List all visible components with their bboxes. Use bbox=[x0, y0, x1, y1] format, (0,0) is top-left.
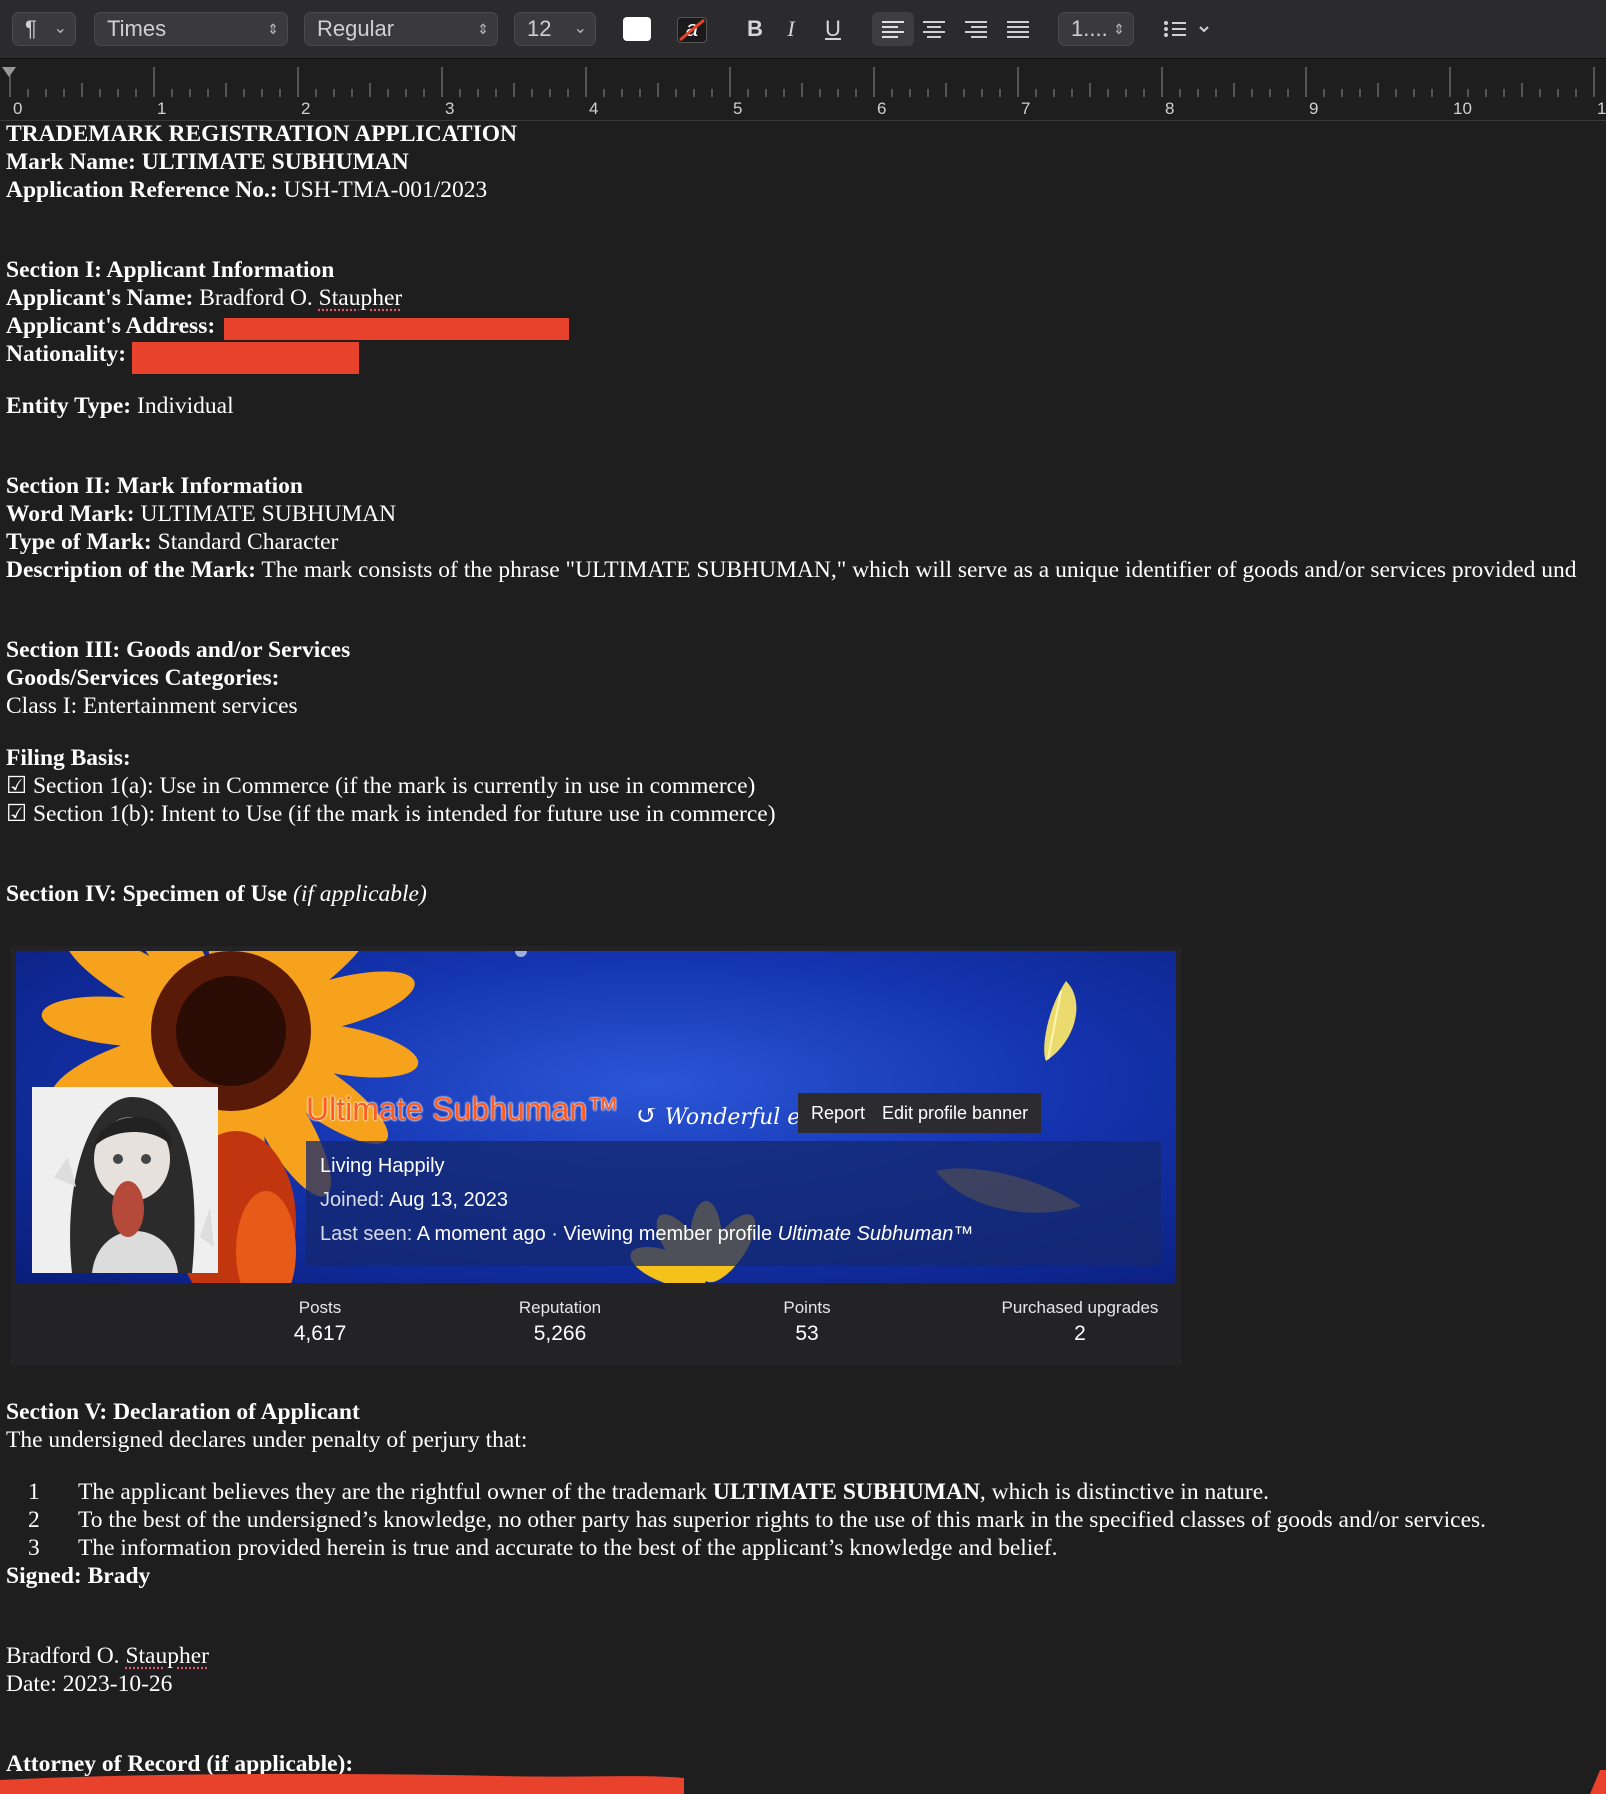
declaration-intro: The undersigned declares under penalty o… bbox=[6, 1427, 528, 1453]
font-size-combo[interactable]: 12 ⌄ bbox=[514, 12, 596, 46]
ruler-label: 7 bbox=[1021, 99, 1030, 118]
filing-option-a: ☑ Section 1(a): Use in Commerce (if the … bbox=[6, 773, 756, 799]
date-line: Date: 2023-10-26 bbox=[6, 1671, 173, 1697]
font-style-select[interactable]: Regular ⇕ bbox=[304, 12, 498, 46]
ruler-label: 3 bbox=[445, 99, 454, 118]
updown-icon: ⇕ bbox=[1113, 21, 1125, 37]
stat-reputation[interactable]: Reputation 5,266 bbox=[480, 1298, 640, 1346]
reference-line: Application Reference No.: USH-TMA-001/2… bbox=[6, 177, 488, 203]
section-4-heading: Section IV: Specimen of Use (if applicab… bbox=[6, 881, 427, 907]
align-left-button[interactable] bbox=[872, 12, 914, 46]
justify-icon bbox=[1007, 21, 1029, 38]
anime-avatar-image bbox=[32, 1087, 218, 1273]
font-size-value: 12 bbox=[527, 16, 552, 41]
ruler-label: 1 bbox=[157, 99, 166, 118]
specimen-profile-card: Ultimate Subhuman™ ↺ Wonderful every day… bbox=[10, 946, 1182, 1366]
ruler-label: 11 bbox=[1597, 99, 1606, 118]
profile-info-box: Living Happily Joined: Aug 13, 2023 Last… bbox=[306, 1141, 1161, 1266]
paragraph-icon: ¶ bbox=[25, 16, 37, 41]
list-style-dropdown[interactable] bbox=[1158, 12, 1218, 46]
ruler-label: 0 bbox=[13, 99, 22, 118]
align-center-icon bbox=[923, 21, 945, 38]
font-family-select[interactable]: Times ⇕ bbox=[94, 12, 288, 46]
updown-icon: ⇕ bbox=[267, 21, 279, 37]
ruler[interactable]: 0 1 2 3 4 5 6 7 8 9 10 11 bbox=[0, 59, 1606, 121]
filing-basis-label: Filing Basis: bbox=[6, 745, 131, 771]
nationality-line: Nationality: bbox=[6, 341, 127, 367]
type-of-mark-line: Type of Mark: Standard Character bbox=[6, 529, 339, 555]
report-button[interactable]: Report bbox=[798, 1093, 879, 1133]
spelling-error: Staupher bbox=[125, 1643, 209, 1669]
stat-points[interactable]: Points 53 bbox=[747, 1298, 867, 1346]
ruler-label: 6 bbox=[877, 99, 886, 118]
tab-stop-icon[interactable] bbox=[2, 67, 16, 77]
word-mark-line: Word Mark: ULTIMATE SUBHUMAN bbox=[6, 501, 397, 527]
avatar[interactable] bbox=[32, 1087, 218, 1273]
redaction-address bbox=[224, 318, 569, 340]
line-spacing-select[interactable]: 1.... ⇕ bbox=[1058, 12, 1134, 46]
signed-line: Signed: Brady bbox=[6, 1563, 151, 1589]
filing-option-b: ☑ Section 1(b): Intent to Use (if the ma… bbox=[6, 801, 776, 827]
section-5-heading: Section V: Declaration of Applicant bbox=[6, 1399, 360, 1425]
ruler-label: 4 bbox=[589, 99, 598, 118]
updown-icon: ⇕ bbox=[477, 21, 489, 37]
description-line: Description of the Mark: The mark consis… bbox=[6, 557, 1577, 583]
italic-button[interactable]: I bbox=[776, 12, 806, 46]
edit-profile-banner-button[interactable]: Edit profile banner bbox=[869, 1093, 1042, 1133]
class-line: Class I: Entertainment services bbox=[6, 693, 298, 719]
highlight-color-swatch[interactable]: a bbox=[677, 17, 707, 43]
bulleted-list-icon bbox=[1164, 21, 1209, 37]
ruler-label: 8 bbox=[1165, 99, 1174, 118]
bold-button[interactable]: B bbox=[740, 12, 770, 46]
font-family-value: Times bbox=[107, 16, 167, 41]
profile-status: Living Happily bbox=[320, 1155, 445, 1177]
align-right-icon bbox=[965, 21, 987, 38]
ruler-label: 2 bbox=[301, 99, 310, 118]
align-right-button[interactable] bbox=[958, 12, 994, 46]
section-2-heading: Section II: Mark Information bbox=[6, 473, 303, 499]
doc-title: TRADEMARK REGISTRATION APPLICATION bbox=[6, 121, 517, 147]
mark-name-line: Mark Name: ULTIMATE SUBHUMAN bbox=[6, 149, 409, 175]
signature-name: Bradford O. Staupher bbox=[6, 1643, 209, 1669]
chevron-down-icon: ⌄ bbox=[573, 20, 587, 37]
align-center-button[interactable] bbox=[916, 12, 952, 46]
stat-posts[interactable]: Posts 4,617 bbox=[250, 1298, 390, 1346]
font-style-value: Regular bbox=[317, 16, 395, 41]
section-1-heading: Section I: Applicant Information bbox=[6, 257, 335, 283]
ruler-ticks: 0 1 2 3 4 5 6 7 8 9 10 11 bbox=[2, 67, 1606, 118]
stat-purchased-upgrades[interactable]: Purchased upgrades 2 bbox=[990, 1298, 1170, 1346]
format-toolbar: ¶ ⌄ Times ⇕ Regular ⇕ 12 ⌄ a B I U 1....… bbox=[0, 0, 1606, 59]
refresh-icon: ↺ bbox=[636, 1101, 658, 1131]
ruler-label: 9 bbox=[1309, 99, 1318, 118]
no-highlight-slash-icon bbox=[679, 18, 705, 42]
chevron-down-icon bbox=[1199, 26, 1209, 33]
last-seen-line: Last seen: A moment ago · Viewing member… bbox=[320, 1223, 974, 1245]
section-3-heading: Section III: Goods and/or Services bbox=[6, 637, 351, 663]
joined-line: Joined: Aug 13, 2023 bbox=[320, 1189, 508, 1211]
spelling-error: Staupher bbox=[318, 285, 403, 311]
applicant-name-line: Applicant's Name: Bradford O. Staupher bbox=[6, 285, 403, 311]
ruler-label: 10 bbox=[1453, 99, 1472, 118]
applicant-address-line: Applicant's Address: bbox=[6, 313, 216, 339]
entity-type-line: Entity Type: Individual bbox=[6, 393, 234, 419]
categories-label: Goods/Services Categories: bbox=[6, 665, 280, 691]
line-spacing-value: 1.... bbox=[1071, 16, 1108, 41]
last-seen-link[interactable]: Ultimate Subhuman™ bbox=[778, 1223, 974, 1245]
ruler-label: 5 bbox=[733, 99, 742, 118]
redaction-nationality bbox=[132, 342, 359, 374]
paragraph-style-dropdown[interactable]: ¶ ⌄ bbox=[12, 12, 76, 46]
text-color-swatch[interactable] bbox=[623, 17, 651, 41]
underline-button[interactable]: U bbox=[818, 12, 848, 46]
chevron-down-icon: ⌄ bbox=[53, 20, 67, 37]
profile-username[interactable]: Ultimate Subhuman™ bbox=[306, 1091, 619, 1128]
align-left-icon bbox=[882, 21, 904, 38]
redaction-attorney bbox=[0, 1770, 1606, 1794]
justify-button[interactable] bbox=[1000, 12, 1036, 46]
profile-banner: Ultimate Subhuman™ ↺ Wonderful every day… bbox=[16, 951, 1176, 1283]
